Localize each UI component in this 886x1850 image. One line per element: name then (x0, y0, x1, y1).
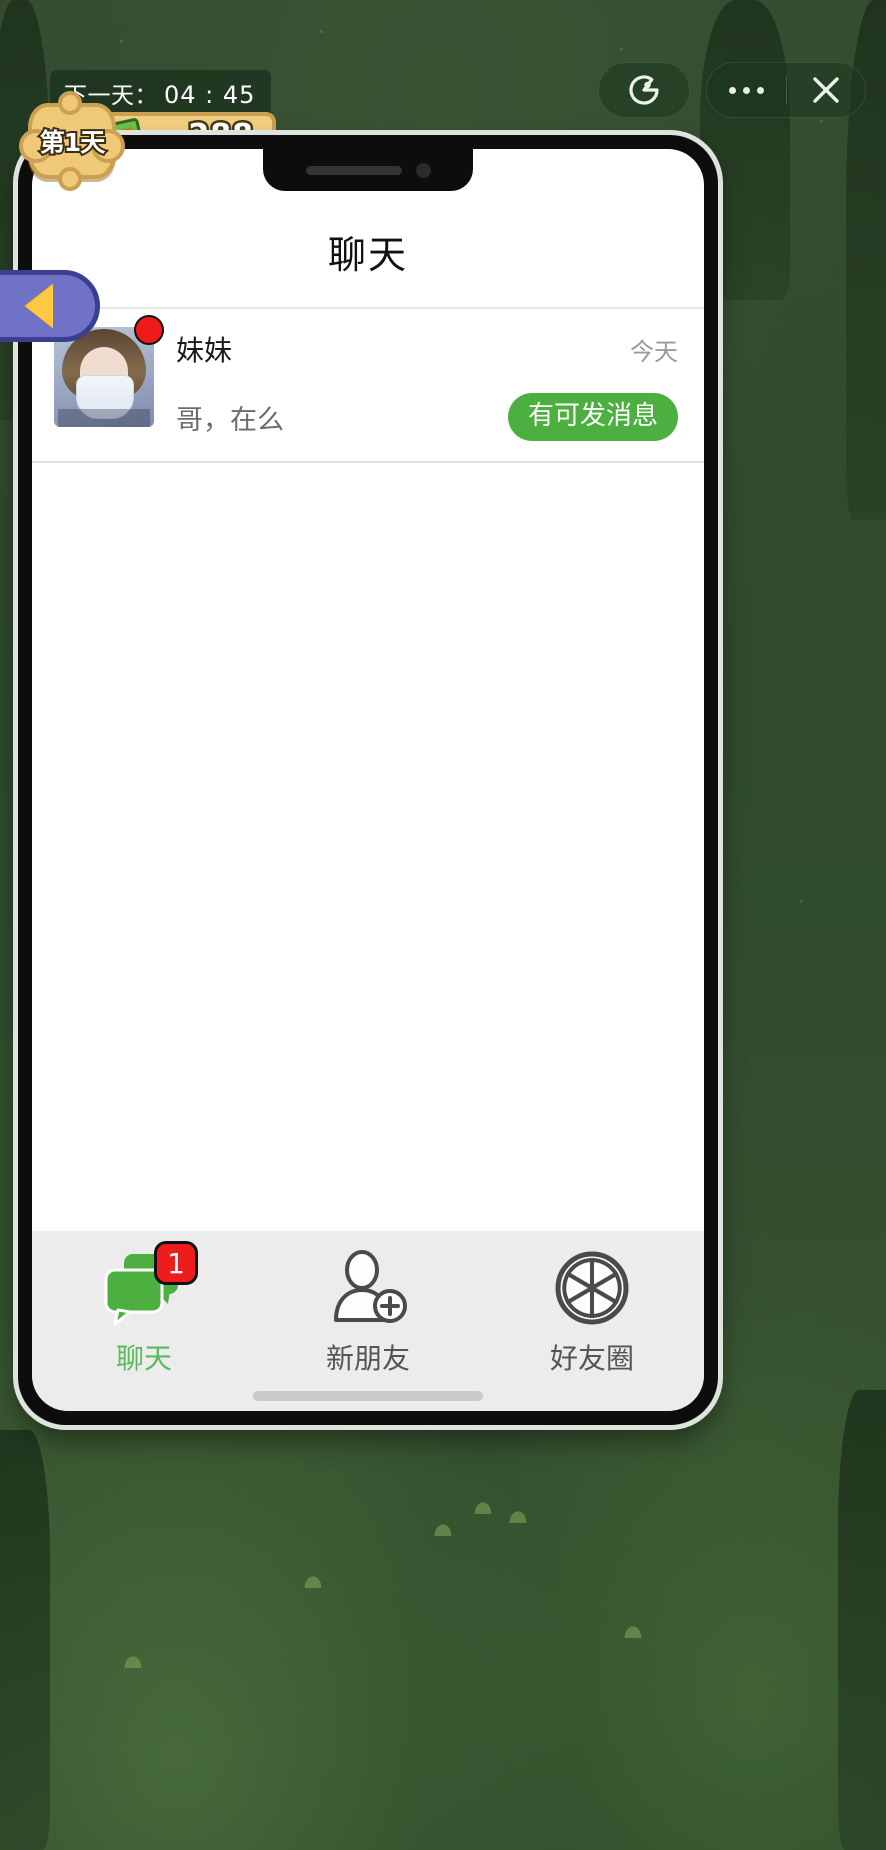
background-grass (620, 1620, 646, 1638)
tab-new-friends[interactable]: 新朋友 (256, 1245, 480, 1377)
chat-item-body: 妹妹 今天 哥，在么 有可发消息 (154, 327, 678, 441)
chat-preview-message: 哥，在么 (176, 404, 284, 436)
tab-moments[interactable]: 好友圈 (480, 1245, 704, 1377)
tab-chat-label: 聊天 (115, 1342, 172, 1375)
phone-screen: 聊天 妹妹 今天 哥，在么 有可发消息 1 聊天 新朋友 好友圈 (32, 149, 704, 1411)
background-speck (800, 900, 803, 903)
background-speck (820, 120, 823, 123)
camera-shutter-icon (544, 1245, 640, 1331)
tab-chat[interactable]: 1 聊天 (32, 1241, 256, 1377)
back-button[interactable] (0, 270, 100, 342)
chat-timestamp: 今天 (630, 337, 678, 366)
unread-indicator-dot (134, 315, 164, 345)
background-grass (505, 1505, 531, 1523)
window-controls-capsule (706, 62, 866, 118)
back-arrow-icon (25, 284, 53, 328)
more-options-button[interactable] (707, 63, 786, 117)
add-person-glyph (334, 1250, 407, 1323)
background-speck (320, 30, 323, 33)
background-tree (0, 1430, 50, 1850)
home-indicator (253, 1391, 483, 1401)
front-camera (415, 162, 431, 178)
chat-item-top-line: 妹妹 今天 (176, 329, 678, 369)
background-grass (430, 1518, 456, 1536)
next-day-value: 04 : 45 (164, 81, 256, 109)
background-grass (300, 1570, 326, 1588)
contact-name: 妹妹 (176, 334, 233, 367)
phone-frame: 聊天 妹妹 今天 哥，在么 有可发消息 1 聊天 新朋友 好友圈 (18, 135, 718, 1425)
bottom-tab-bar: 1 聊天 新朋友 好友圈 (32, 1231, 704, 1411)
day-counter-badge: 第1天 (19, 91, 125, 191)
send-message-button[interactable]: 有可发消息 (507, 393, 678, 441)
chat-bubbles-icon: 1 (96, 1241, 198, 1331)
tab-new-friends-label: 新朋友 (325, 1342, 410, 1375)
mini-program-button[interactable] (598, 62, 690, 118)
day-counter-label: 第1天 (38, 126, 107, 159)
avatar[interactable] (54, 315, 164, 427)
chat-item-bottom-line: 哥，在么 有可发消息 (176, 393, 678, 441)
background-grass (470, 1496, 496, 1514)
chat-unread-badge: 1 (154, 1241, 198, 1285)
avatar-body (58, 409, 150, 427)
background-speck (120, 40, 123, 43)
background-speck (620, 48, 623, 51)
background-tree (838, 1390, 886, 1850)
earpiece-speaker (305, 165, 402, 175)
day-badge-shape (58, 91, 82, 115)
close-icon (813, 77, 839, 103)
phone-notch (263, 149, 473, 191)
background-grass (120, 1650, 146, 1668)
add-person-icon (320, 1245, 416, 1331)
more-dots-icon (728, 86, 764, 94)
tab-moments-label: 好友圈 (549, 1342, 634, 1375)
day-badge-shape (58, 167, 82, 191)
chat-list: 妹妹 今天 哥，在么 有可发消息 (32, 309, 704, 1231)
camera-shutter-glyph (555, 1251, 629, 1325)
chat-list-item[interactable]: 妹妹 今天 哥，在么 有可发消息 (32, 309, 704, 463)
mini-program-icon (629, 75, 659, 105)
close-button[interactable] (787, 63, 866, 117)
page-title: 聊天 (327, 233, 408, 277)
